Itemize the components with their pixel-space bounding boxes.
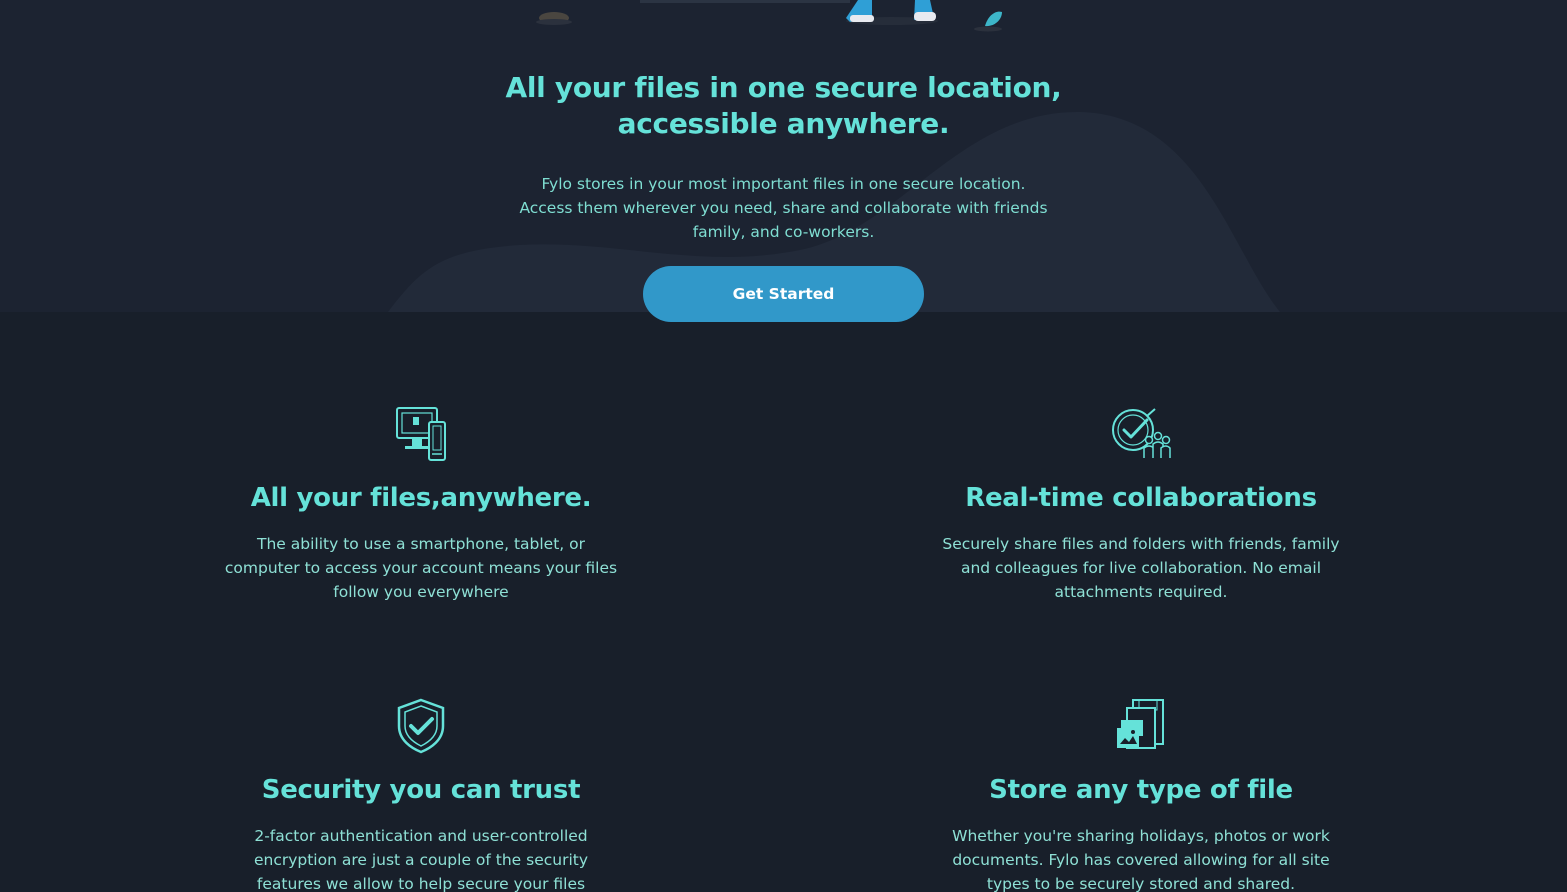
feature-text: 2-factor authentication and user-control… xyxy=(253,827,589,892)
feature-text: The ability to use a smartphone, tablet,… xyxy=(224,535,618,601)
feature-text: Whether you're sharing holidays, photos … xyxy=(952,827,1330,892)
hero-illustration xyxy=(536,0,1002,32)
feature-collaboration: Real-time collaborations Securely share … xyxy=(931,406,1351,604)
feature-title: All your files,anywhere. xyxy=(250,483,592,513)
feature-title: Store any type of file xyxy=(989,775,1293,805)
shield-check-icon xyxy=(397,698,445,754)
feature-file-types: Store any type of file Whether you're sh… xyxy=(931,698,1351,892)
feature-title: Security you can trust xyxy=(261,775,581,805)
hero-content: All your files in one secure location, a… xyxy=(0,70,1567,322)
feature-security: Security you can trust 2-factor authenti… xyxy=(211,698,631,892)
file-types-icon xyxy=(1117,699,1164,749)
features-section: All your files,anywhere. The ability to … xyxy=(0,312,1567,892)
feature-title: Real-time collaborations xyxy=(965,483,1317,513)
feature-text: Securely share files and folders with fr… xyxy=(942,535,1340,601)
devices-icon xyxy=(396,407,446,461)
hero-title: All your files in one secure location, a… xyxy=(505,71,1062,140)
hero-description: Fylo stores in your most important files… xyxy=(519,175,1048,241)
collaboration-icon xyxy=(1112,408,1171,458)
landing-page: All your files in one secure location, a… xyxy=(0,0,1567,892)
feature-access-anywhere: All your files,anywhere. The ability to … xyxy=(211,406,631,604)
hero-section: All your files in one secure location, a… xyxy=(0,0,1567,322)
